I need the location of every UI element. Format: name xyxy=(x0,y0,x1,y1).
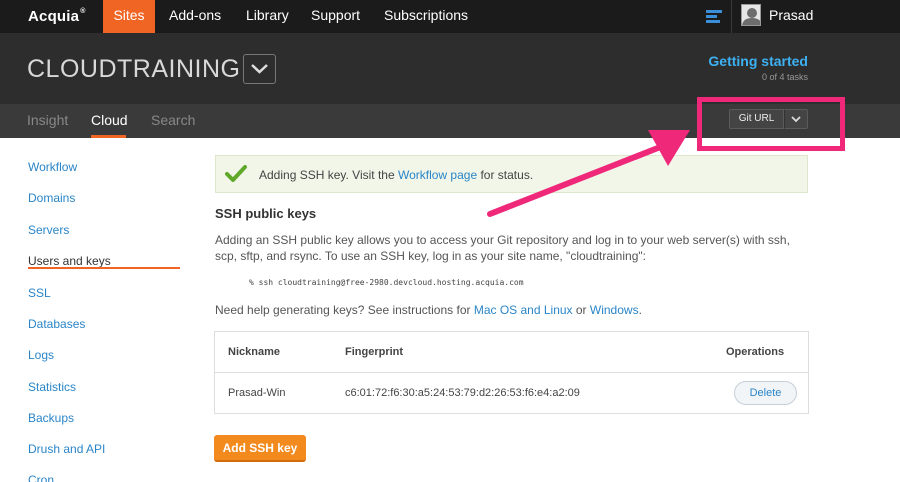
tab-cloud[interactable]: Cloud xyxy=(91,104,128,138)
sidebar-item-databases[interactable]: Databases xyxy=(28,317,85,331)
workflow-page-link[interactable]: Workflow page xyxy=(398,168,477,182)
column-header-operations: Operations xyxy=(726,346,785,358)
windows-link[interactable]: Windows xyxy=(590,303,639,317)
key-fingerprint: c6:01:72:f6:30:a5:24:53:79:d2:26:53:f6:e… xyxy=(345,387,580,399)
help-text: Need help generating keys? See instructi… xyxy=(215,303,642,317)
tab-search[interactable]: Search xyxy=(151,104,195,138)
sidebar-item-servers[interactable]: Servers xyxy=(28,223,69,237)
section-title: SSH public keys xyxy=(215,206,317,221)
divider xyxy=(731,0,732,33)
user-name[interactable]: Prasad xyxy=(769,0,813,33)
tab-insight[interactable]: Insight xyxy=(27,104,68,138)
sidebar-active-indicator xyxy=(28,267,180,269)
tasks-count: 0 of 4 tasks xyxy=(761,72,808,82)
sidebar-item-users-and-keys[interactable]: Users and keys xyxy=(28,254,111,268)
add-ssh-key-button[interactable]: Add SSH key xyxy=(214,435,306,462)
notice-text: Adding SSH key. Visit the Workflow page … xyxy=(259,168,534,182)
mac-linux-link[interactable]: Mac OS and Linux xyxy=(474,303,573,317)
nav-support[interactable]: Support xyxy=(311,0,360,33)
sidebar-item-statistics[interactable]: Statistics xyxy=(28,380,76,394)
sidebar-item-workflow[interactable]: Workflow xyxy=(28,160,77,174)
status-notice: Adding SSH key. Visit the Workflow page … xyxy=(215,155,808,193)
check-icon xyxy=(225,165,247,182)
sidebar-item-backups[interactable]: Backups xyxy=(28,411,74,425)
key-nickname: Prasad-Win xyxy=(228,387,286,399)
acquia-logo[interactable]: Acquia® xyxy=(28,8,86,25)
chevron-down-icon xyxy=(251,64,268,74)
sidebar-item-domains[interactable]: Domains xyxy=(28,191,75,205)
getting-started-link[interactable]: Getting started xyxy=(708,53,808,69)
active-tab-indicator xyxy=(91,135,126,138)
sidebar-item-cron[interactable]: Cron xyxy=(28,473,54,482)
site-title: CLOUDTRAINING xyxy=(27,55,241,83)
nav-add-ons[interactable]: Add-ons xyxy=(169,0,221,33)
delete-button[interactable]: Delete xyxy=(734,381,797,405)
avatar[interactable] xyxy=(741,4,761,26)
column-header-fingerprint: Fingerprint xyxy=(345,346,404,358)
column-header-nickname: Nickname xyxy=(228,346,280,358)
nav-subscriptions[interactable]: Subscriptions xyxy=(384,0,468,33)
nav-library[interactable]: Library xyxy=(246,0,289,33)
site-switcher-button[interactable] xyxy=(243,54,276,84)
ssh-description: Adding an SSH public key allows you to a… xyxy=(215,233,790,263)
menu-icon[interactable] xyxy=(706,10,722,24)
sidebar-item-logs[interactable]: Logs xyxy=(28,348,54,362)
highlight-annotation xyxy=(697,97,845,151)
sidebar-item-ssl[interactable]: SSL xyxy=(28,286,51,300)
ssh-keys-table: Nickname Fingerprint Operations Prasad-W… xyxy=(214,331,809,414)
ssh-command: % ssh cloudtraining@free-2980.devcloud.h… xyxy=(249,278,524,287)
site-header: CLOUDTRAINING Getting started 0 of 4 tas… xyxy=(0,33,900,104)
top-bar: Acquia® Sites Add-ons Library Support Su… xyxy=(0,0,900,40)
sidebar-item-drush-and-api[interactable]: Drush and API xyxy=(28,442,105,456)
table-divider xyxy=(215,372,808,373)
